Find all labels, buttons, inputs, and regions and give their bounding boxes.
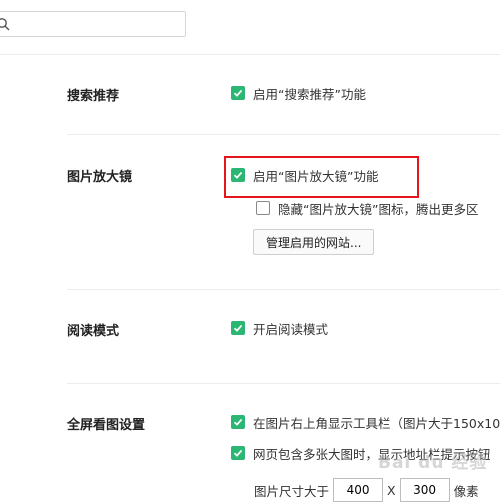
image-height-input[interactable] [399,478,450,502]
enable-reading-mode-option[interactable]: 开启阅读模式 [231,319,328,337]
check-icon [233,418,243,426]
enable-reading-mode-checkbox[interactable] [231,321,245,335]
section-title-fullscreen-image: 全屏看图设置 [67,418,146,433]
check-icon [233,89,243,97]
show-toolbar-label: 在图片右上角显示工具栏（图片大于150x10 [253,415,500,431]
check-icon [233,449,243,457]
enable-search-recommend-checkbox[interactable] [231,86,245,100]
manage-sites-button[interactable]: 管理启用的网站... [253,229,375,255]
enable-reading-mode-label: 开启阅读模式 [253,321,329,337]
check-icon [233,324,243,332]
section-divider [67,289,500,290]
section-title-image-magnifier: 图片放大镜 [67,170,133,185]
highlight-annotation-box [224,156,419,198]
section-divider [67,383,500,384]
show-toolbar-option[interactable]: 在图片右上角显示工具栏（图片大于150x10 [231,413,500,431]
search-input[interactable] [15,14,184,36]
enable-search-recommend-option[interactable]: 启用“搜索推荐”功能 [231,84,366,102]
image-size-label: 图片尺寸大于 [254,483,330,499]
watermark: Bai du 经验 [378,453,488,473]
hide-magnifier-icon-option[interactable]: 隐藏“图片放大镜”图标，腾出更多区 [256,199,478,217]
hide-magnifier-icon-label: 隐藏“图片放大镜”图标，腾出更多区 [278,201,479,217]
image-width-input[interactable] [333,478,384,502]
search-icon [0,18,10,31]
enable-search-recommend-label: 启用“搜索推荐”功能 [253,86,366,102]
hide-magnifier-icon-checkbox[interactable] [256,201,270,215]
section-title-reading-mode: 阅读模式 [67,324,120,339]
size-unit-label: 像素 [453,483,479,499]
multi-image-prompt-checkbox[interactable] [231,446,245,460]
show-toolbar-checkbox[interactable] [231,415,245,429]
section-divider [67,134,500,135]
section-title-search-recommend: 搜索推荐 [67,89,120,104]
search-box[interactable] [0,11,186,37]
header-divider [0,54,500,55]
image-size-row: 图片尺寸大于 X 像素 [254,478,479,502]
size-separator: X [387,482,396,498]
